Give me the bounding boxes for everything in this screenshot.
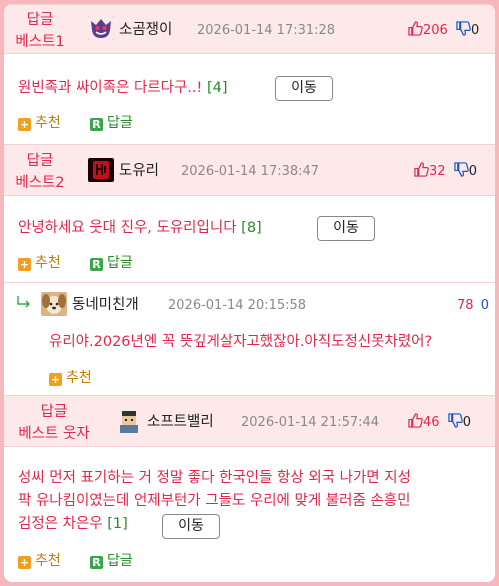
reply-button[interactable]: R 답글 — [90, 254, 133, 272]
move-button[interactable]: 이동 — [275, 76, 333, 101]
dog-icon — [41, 292, 67, 316]
badge-line: 베스트1 — [15, 34, 65, 50]
recommend-button[interactable]: + 추천 — [18, 254, 61, 272]
best-badge: 답글 베스트 웃자 — [14, 401, 94, 445]
badge-line: 답글 — [26, 12, 54, 28]
comment-text-line: 팍 유나킴이였는데 언제부턴가 그들도 우리에 맞게 불러줌 손흥민 — [18, 493, 411, 509]
comment-header: 답글 베스트2 도유리 2026-01-14 17:38:47 32 0 — [4, 144, 495, 196]
upvote-count: 32 — [429, 164, 446, 179]
comment-text-line: 성씨 먼저 표기하는 거 정말 좋다 한국인들 항상 외국 나가면 지성 — [18, 470, 411, 486]
recommend-button[interactable]: + 추천 — [49, 369, 92, 387]
downvote-count: 0 — [462, 415, 471, 430]
badge-line: 베스트2 — [15, 175, 65, 191]
badge-line: 답글 — [26, 153, 54, 169]
comment-text: 안녕하세요 웃대 진우, 도유리입니다 — [18, 220, 237, 236]
move-button[interactable]: 이동 — [317, 216, 375, 241]
vote-counts: 78 0 — [457, 296, 489, 316]
comment-date: 2026-01-14 17:38:47 — [181, 164, 320, 179]
reply-button[interactable]: R 답글 — [90, 552, 133, 570]
pixel-person-icon — [116, 409, 142, 433]
thumbs-up-icon[interactable] — [408, 413, 423, 428]
recommend-label: 추천 — [35, 255, 61, 271]
comment-text: 원빈족과 싸이족은 다르다구..! — [18, 80, 203, 96]
reply-arrow-icon — [16, 294, 32, 313]
comment-date: 2026-01-14 20:15:58 — [168, 298, 307, 313]
comment-list: 답글 베스트1 소곰쟁이 2026-01-14 17:31:28 206 0 원… — [4, 4, 495, 582]
reply-r-icon: R — [90, 556, 103, 569]
gengar-icon — [88, 16, 114, 40]
plus-icon: + — [18, 556, 31, 569]
badge-line: 베스트 웃자 — [18, 426, 90, 442]
downvote-count: 0 — [480, 298, 489, 313]
reply-button[interactable]: R 답글 — [90, 114, 133, 132]
recommend-label: 추천 — [66, 370, 92, 386]
reply-r-icon: R — [90, 118, 103, 131]
thumbs-up-icon[interactable] — [414, 162, 429, 177]
divider — [4, 282, 495, 283]
upvote-count: 78 — [457, 298, 474, 313]
nickname[interactable]: 도유리 — [119, 161, 159, 181]
reply-label: 답글 — [107, 255, 133, 271]
reply-label: 답글 — [107, 553, 133, 569]
comment-body: 유리야.2026년엔 꼭 뜻깊게살자고했잖아.아직도정신못차렸어? — [49, 334, 433, 350]
vote-counts: 206 0 — [408, 21, 479, 41]
move-button[interactable]: 이동 — [162, 514, 220, 539]
nickname[interactable]: 동네미친개 — [72, 295, 139, 315]
comment-date: 2026-01-14 21:57:44 — [241, 415, 380, 430]
thumbs-down-icon[interactable] — [454, 162, 469, 177]
recommend-label: 추천 — [35, 115, 61, 131]
nickname[interactable]: 소프트밸리 — [147, 412, 214, 432]
reply-count: [4] — [206, 80, 228, 96]
comment-body: 성씨 먼저 표기하는 거 정말 좋다 한국인들 항상 외국 나가면 지성 팍 유… — [18, 467, 488, 536]
reply-count: [1] — [107, 516, 128, 532]
plus-icon: + — [18, 118, 31, 131]
plus-icon: + — [18, 258, 31, 271]
badge-line: 답글 — [40, 404, 68, 420]
comment-header: 답글 베스트 웃자 소프트밸리 2026-01-14 21:57:44 46 0 — [4, 395, 495, 447]
thumbs-down-icon[interactable] — [456, 21, 471, 36]
best-badge: 답글 베스트1 — [14, 9, 66, 53]
recommend-button[interactable]: + 추천 — [18, 114, 61, 132]
best-badge: 답글 베스트2 — [14, 150, 66, 194]
comment-header: 답글 베스트1 소곰쟁이 2026-01-14 17:31:28 206 0 — [4, 4, 495, 54]
upvote-count: 46 — [423, 415, 440, 430]
comment-text-line: 김정은 차은우 — [18, 516, 103, 532]
downvote-count: 0 — [470, 23, 480, 38]
vote-counts: 46 0 — [408, 413, 471, 433]
nickname[interactable]: 소곰쟁이 — [119, 20, 172, 40]
reply-r-icon: R — [90, 258, 103, 271]
thumbs-up-icon[interactable] — [408, 21, 423, 36]
comment-date: 2026-01-14 17:31:28 — [197, 23, 336, 38]
downvote-count: 0 — [468, 164, 477, 179]
upvote-count: 206 — [423, 23, 448, 38]
recommend-button[interactable]: + 추천 — [18, 552, 61, 570]
vote-counts: 32 0 — [414, 162, 477, 182]
reply-label: 답글 — [107, 115, 133, 131]
thumbs-down-icon[interactable] — [448, 413, 463, 428]
recommend-label: 추천 — [35, 553, 61, 569]
plus-icon: + — [49, 373, 62, 386]
comment-body: 원빈족과 싸이족은 다르다구..! [4] — [18, 77, 227, 100]
reply-count: [8] — [241, 220, 262, 236]
red-character-icon — [88, 158, 114, 182]
comment-body: 안녕하세요 웃대 진우, 도유리입니다 [8] — [18, 217, 262, 240]
